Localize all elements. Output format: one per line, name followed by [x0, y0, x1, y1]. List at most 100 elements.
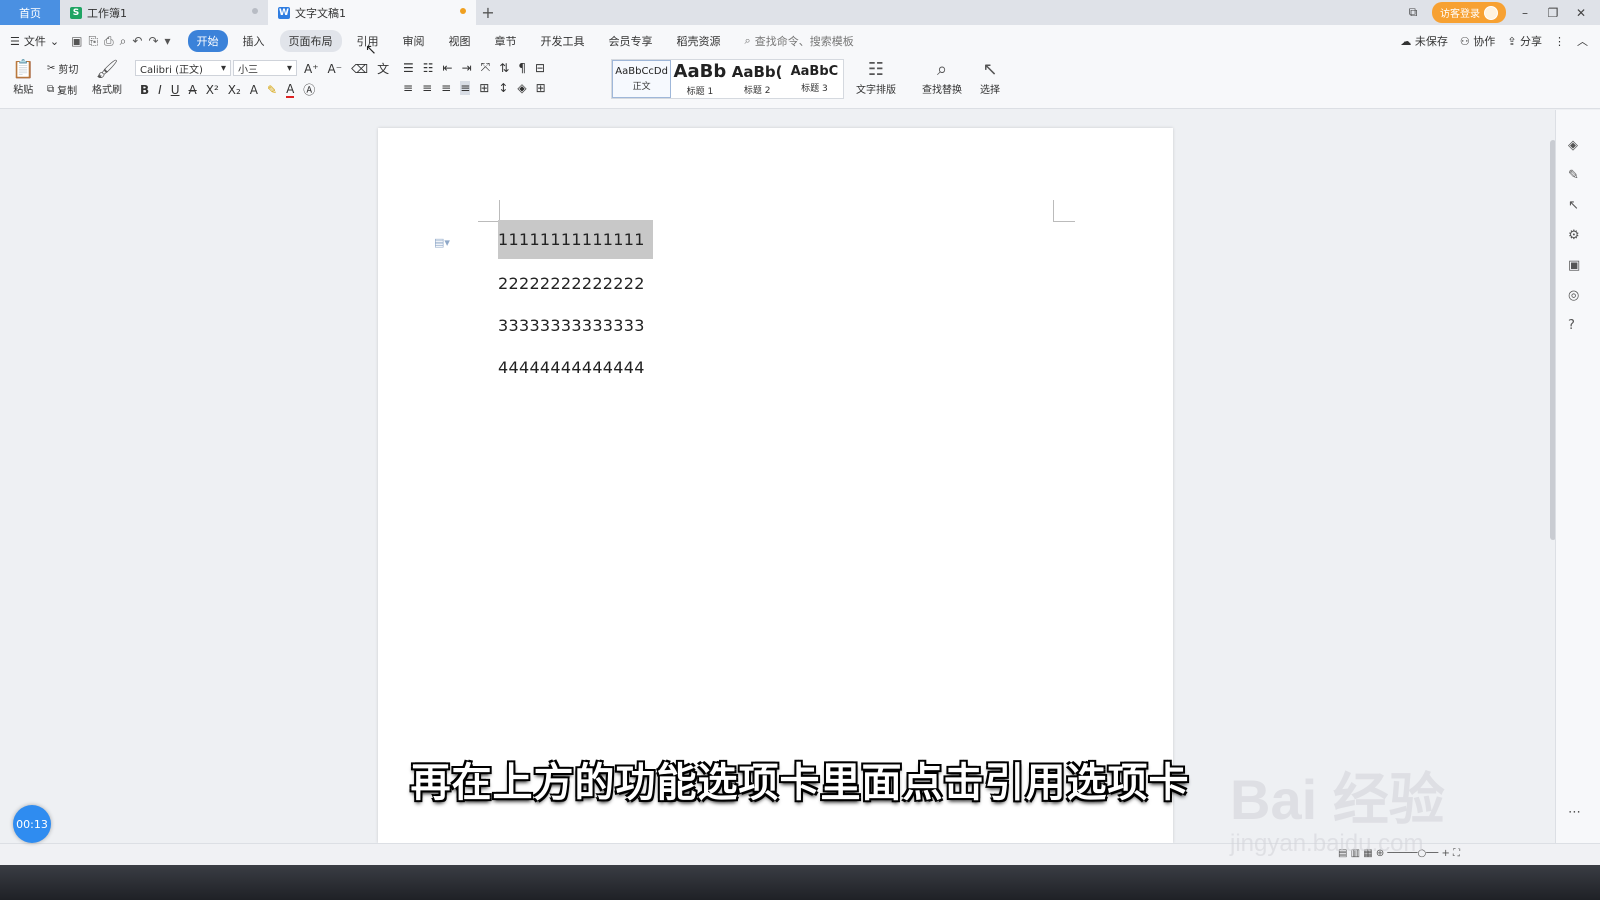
document-line[interactable]: 44444444444444 — [498, 358, 645, 377]
collapse-ribbon-icon[interactable]: ︿ — [1577, 33, 1588, 49]
shading-icon[interactable]: ◈ — [517, 81, 526, 95]
clear-format-icon[interactable]: ⌫ — [351, 62, 368, 76]
new-tab-button[interactable]: + — [476, 0, 500, 25]
select-pane-icon[interactable]: ↖ — [1568, 198, 1579, 213]
align-right-icon[interactable]: ≡ — [441, 81, 451, 95]
user-icon: ⚇ — [1459, 35, 1470, 48]
align-left-icon[interactable]: ≡ — [403, 81, 413, 95]
document-line[interactable]: 33333333333333 — [498, 316, 645, 335]
justify-icon[interactable]: ≡ — [460, 81, 471, 95]
underline-icon[interactable]: U — [171, 83, 180, 97]
strikethrough-icon[interactable]: A — [189, 83, 197, 97]
window-layout-icon[interactable]: ⧉ — [1404, 5, 1422, 20]
share-icon: ⇪ — [1507, 35, 1517, 48]
file-menu[interactable]: ☰ 文件 ⌄ — [10, 33, 59, 49]
tab-insert[interactable]: 插入 — [234, 30, 274, 52]
find-replace-button[interactable]: ⌕ 查找替换 — [922, 59, 962, 96]
paragraph-layout-icon[interactable]: ▤▾ — [434, 236, 450, 249]
line-spacing-icon[interactable]: ↕ — [498, 81, 508, 95]
unsaved-dot[interactable] — [460, 8, 466, 14]
tab-member[interactable]: 会员专享 — [600, 30, 662, 52]
style-pane-icon[interactable]: ◈ — [1568, 138, 1578, 153]
decrease-indent-icon[interactable]: ⇤ — [443, 61, 453, 75]
numbered-list-icon[interactable]: ☷ — [423, 61, 434, 75]
command-search[interactable]: ⌕ 查找命令、搜索模板 — [745, 33, 854, 49]
show-marks-icon[interactable]: ¶ — [518, 61, 526, 75]
share-button[interactable]: ⇪ 分享 — [1507, 33, 1542, 49]
chinese-layout-icon[interactable]: ⤧ — [481, 60, 491, 75]
view-controls[interactable]: ▤ ▥ ▦ ⊕ ─────○── + ⛶ — [1338, 848, 1460, 859]
increase-indent-icon[interactable]: ⇥ — [462, 61, 472, 75]
collab-button[interactable]: ⚇ 协作 — [1460, 33, 1495, 49]
os-taskbar — [0, 865, 1600, 900]
tab-close-dot[interactable] — [252, 8, 258, 14]
phonetic-icon[interactable]: 文 — [377, 60, 389, 77]
font-size-select[interactable]: 小三 ▾ — [233, 60, 297, 76]
backup-icon[interactable]: ▣ — [1568, 258, 1580, 273]
paste-button[interactable]: 📋 粘贴 — [12, 59, 34, 96]
tab-section[interactable]: 章节 — [486, 30, 526, 52]
tab-view[interactable]: 视图 — [440, 30, 480, 52]
copy-button[interactable]: ⧉ 复制 — [47, 82, 77, 97]
highlight-icon[interactable]: ✎ — [267, 83, 277, 97]
tab-document[interactable]: W 文字文稿1 — [268, 0, 476, 25]
char-border-icon[interactable]: Ⓐ — [303, 81, 315, 98]
tab-workbook[interactable]: S 工作簿1 — [60, 0, 268, 25]
italic-icon[interactable]: I — [158, 83, 162, 97]
text-layout-button[interactable]: ☷ 文字排版 — [856, 59, 896, 96]
minimize-icon[interactable]: – — [1516, 6, 1534, 20]
cut-button[interactable]: ✂ 剪切 — [47, 61, 78, 76]
font-name-select[interactable]: Calibri (正文) ▾ — [135, 60, 231, 76]
chevron-down-icon: ⌄ — [49, 34, 60, 48]
tab-page-layout[interactable]: 页面布局 — [279, 30, 342, 52]
style-heading-3[interactable]: AaBbC 标题 3 — [786, 60, 843, 98]
unsaved-status[interactable]: ☁ 未保存 — [1400, 33, 1448, 49]
style-normal[interactable]: AaBbCcDd 正文 — [612, 60, 672, 98]
restore-icon[interactable]: ❐ — [1544, 6, 1562, 20]
style-heading-2[interactable]: AaBb( 标题 2 — [729, 60, 786, 98]
save-icon[interactable]: ▣ — [71, 34, 82, 49]
table-convert-icon[interactable]: ⊟ — [535, 61, 545, 75]
help-icon[interactable]: ? — [1568, 318, 1575, 333]
document-page[interactable]: ▤▾ 11111111111111 22222222222222 3333333… — [378, 128, 1173, 843]
document-line[interactable]: 22222222222222 — [498, 274, 645, 293]
more-icon[interactable]: ⋮ — [1554, 35, 1565, 48]
tab-start[interactable]: 开始 — [187, 30, 228, 52]
print-preview-icon[interactable]: ⌕ — [120, 34, 127, 49]
close-icon[interactable]: ✕ — [1572, 6, 1590, 20]
text-effect-icon[interactable]: A — [250, 83, 258, 97]
undo-icon[interactable]: ↶ — [132, 34, 142, 49]
edit-pane-icon[interactable]: ✎ — [1568, 168, 1579, 183]
bold-icon[interactable]: B — [140, 83, 149, 97]
document-line-selected[interactable]: 11111111111111 — [498, 220, 653, 259]
subscript-icon[interactable]: X₂ — [228, 83, 241, 97]
redo-icon[interactable]: ↷ — [148, 34, 158, 49]
properties-icon[interactable]: ⚙ — [1568, 228, 1580, 243]
superscript-icon[interactable]: X² — [206, 83, 219, 97]
guest-login-button[interactable]: 访客登录 — [1432, 2, 1506, 23]
bullet-list-icon[interactable]: ☰ — [403, 61, 414, 75]
borders-icon[interactable]: ⊞ — [536, 81, 546, 95]
sort-icon[interactable]: ⇅ — [499, 61, 509, 75]
paragraph-tools-bottom: ≡ ≡ ≡ ≡ ⊞ ↕ ◈ ⊞ — [403, 81, 546, 95]
spreadsheet-icon: S — [70, 6, 82, 19]
font-color-icon[interactable]: A — [286, 82, 295, 98]
quick-access-toolbar: ▣ ⎘ ⎙ ⌕ ↶ ↷ ▾ — [71, 34, 170, 49]
tab-home[interactable]: 首页 — [0, 0, 60, 25]
location-icon[interactable]: ◎ — [1568, 288, 1579, 303]
tab-review[interactable]: 审阅 — [394, 30, 434, 52]
format-painter-button[interactable]: 🖌 格式刷 — [92, 59, 122, 96]
magnifier-icon: ⌕ — [936, 59, 948, 80]
distribute-icon[interactable]: ⊞ — [479, 81, 489, 95]
tab-docer[interactable]: 稻壳资源 — [668, 30, 730, 52]
style-heading-1[interactable]: AaBb 标题 1 — [671, 60, 728, 98]
shrink-font-icon[interactable]: A⁻ — [328, 62, 343, 76]
export-icon[interactable]: ⎘ — [88, 34, 98, 49]
tab-developer[interactable]: 开发工具 — [532, 30, 594, 52]
align-center-icon[interactable]: ≡ — [422, 81, 432, 95]
grow-font-icon[interactable]: A⁺ — [304, 62, 319, 76]
select-button[interactable]: ↖ 选择 — [980, 59, 1000, 96]
print-icon[interactable]: ⎙ — [104, 34, 114, 49]
customize-icon[interactable]: ▾ — [165, 34, 171, 49]
tab-label: 文字文稿1 — [295, 6, 346, 20]
